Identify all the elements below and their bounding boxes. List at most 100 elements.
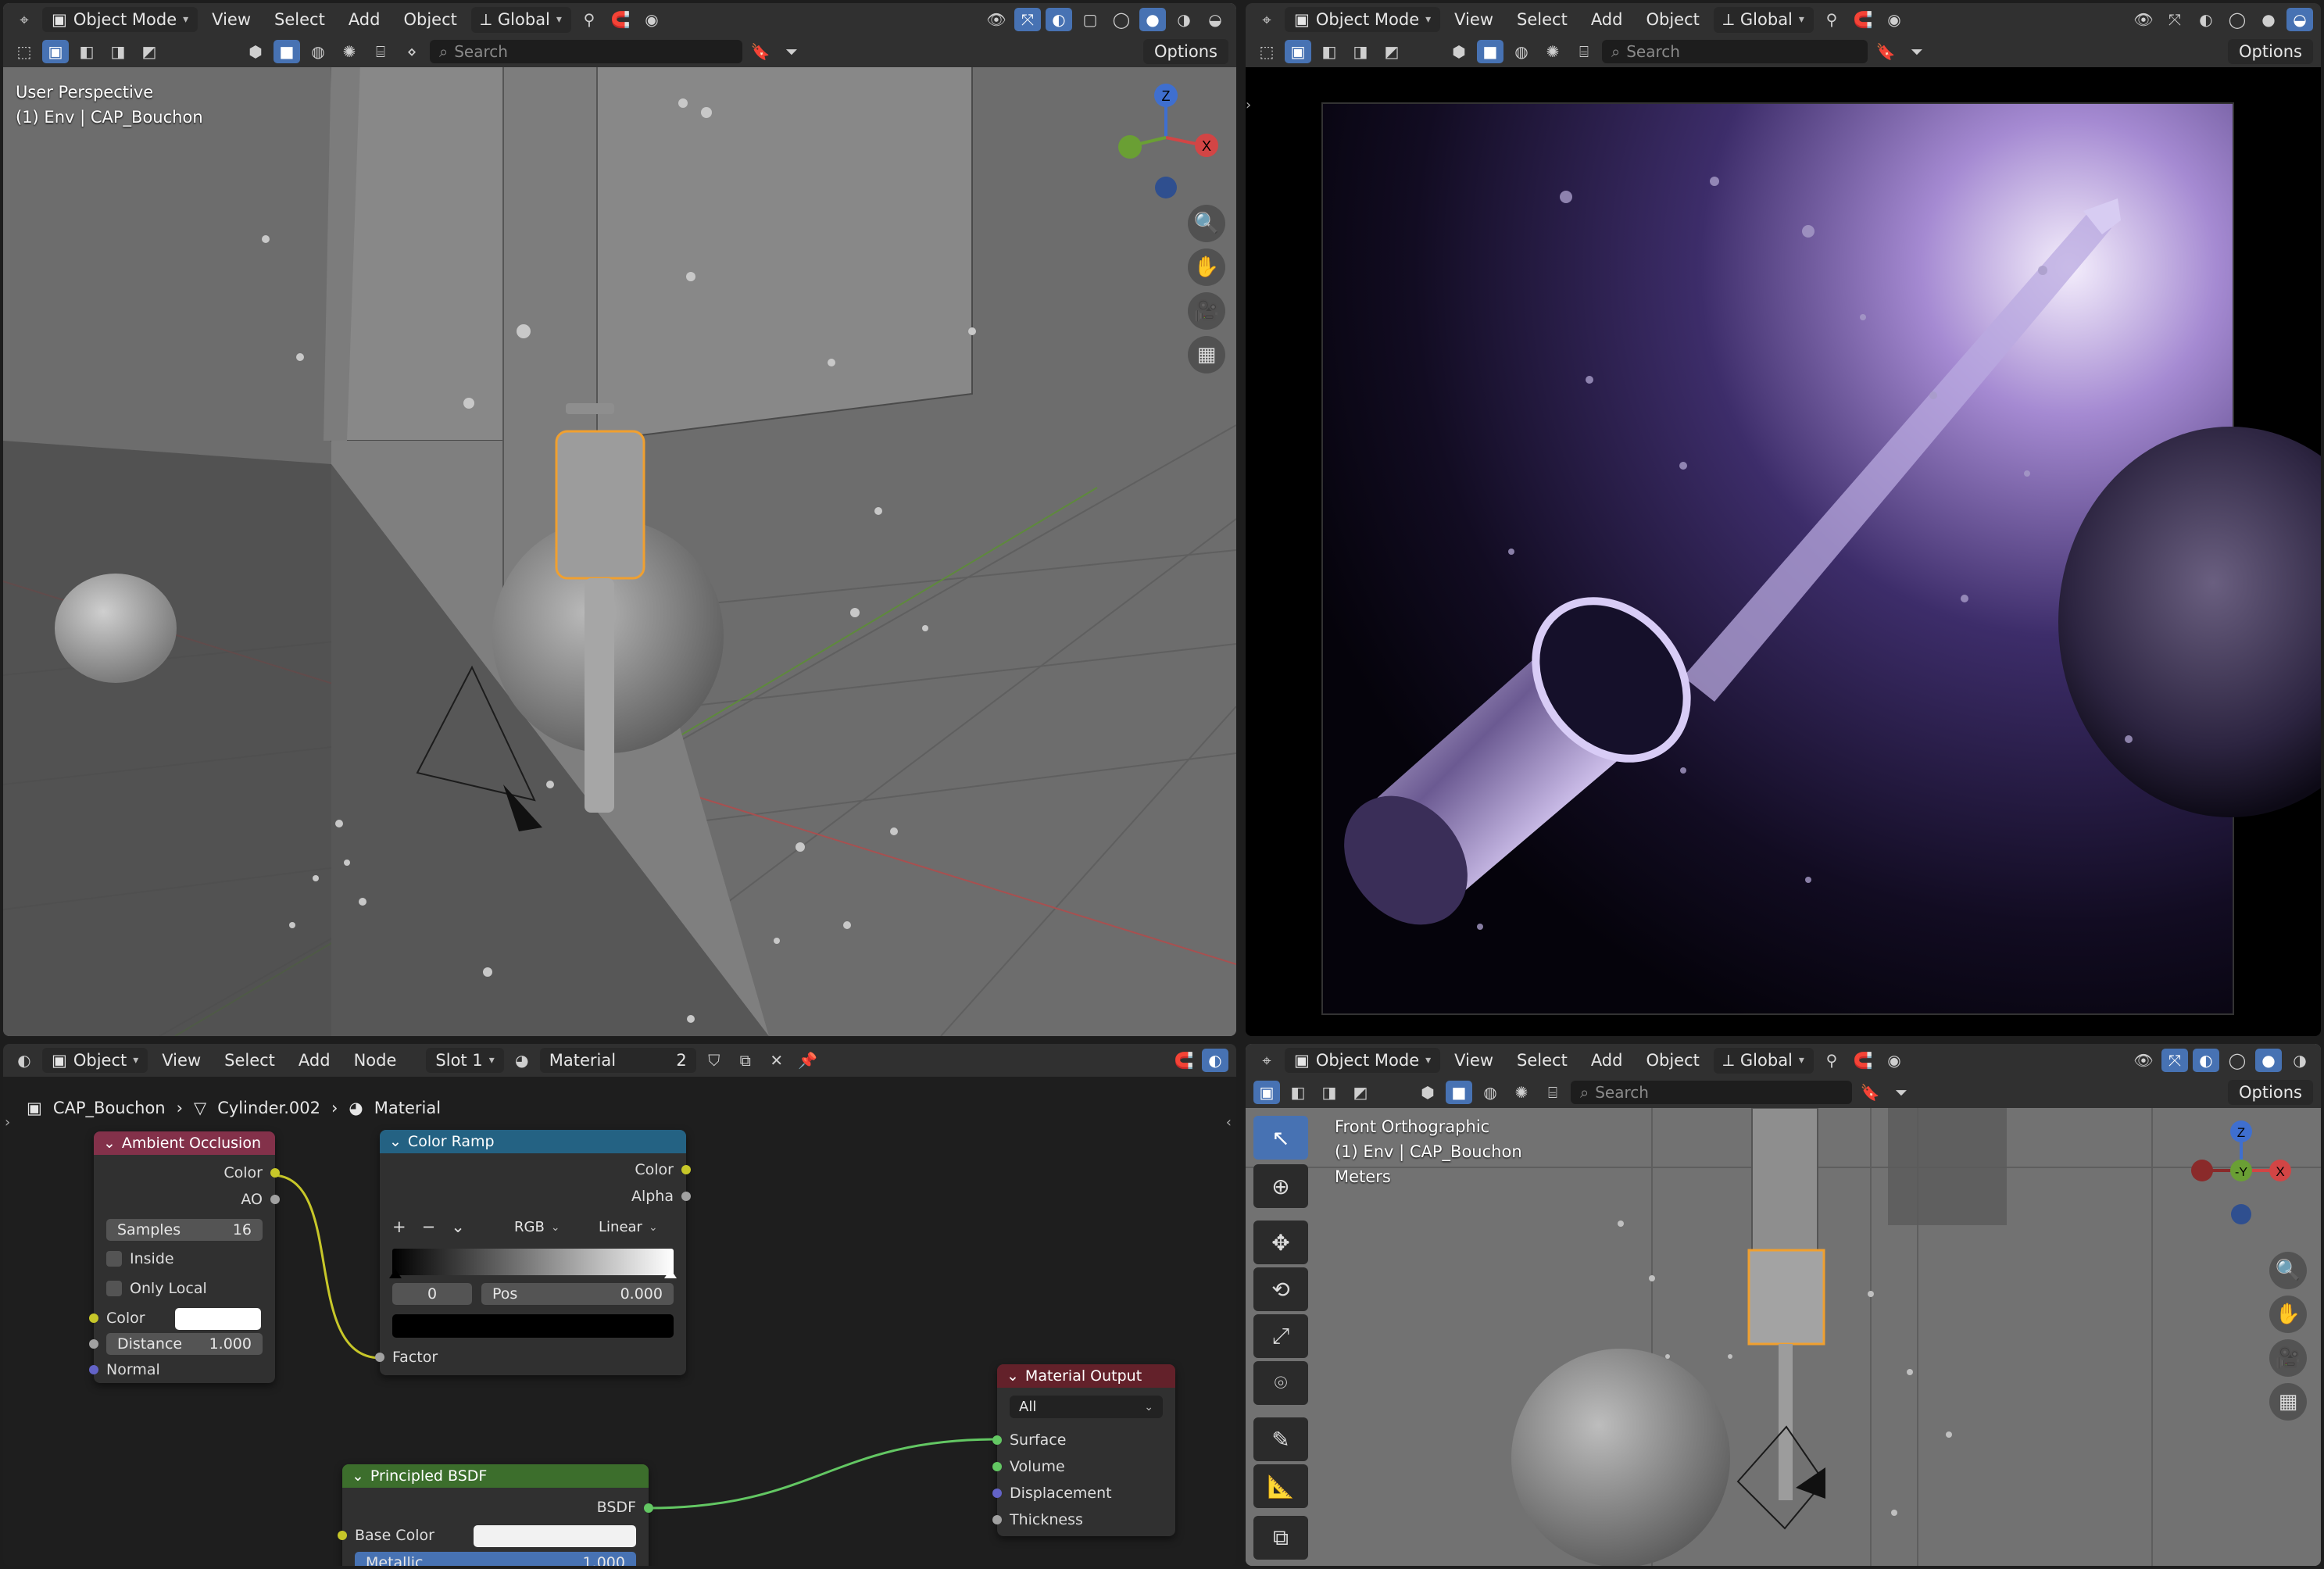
move-tool-icon[interactable]: ✥	[1253, 1221, 1308, 1264]
editor-type-icon[interactable]: ⌖	[1253, 1049, 1280, 1072]
color-swatch[interactable]	[175, 1308, 261, 1330]
editor-type-icon[interactable]: ⌖	[1253, 8, 1280, 31]
socket-in-factor[interactable]	[375, 1353, 384, 1362]
filter-sphere-icon[interactable]: ◍	[1508, 40, 1535, 63]
filter-object-icon[interactable]: ⬢	[1446, 40, 1472, 63]
select-mode-extend-icon[interactable]: ◧	[1316, 40, 1343, 63]
editor-type-icon[interactable]: ⌖	[11, 8, 38, 31]
options-button[interactable]: Options	[2227, 39, 2313, 64]
perspective-grid-icon[interactable]: ▦	[2269, 1383, 2307, 1421]
menu-view[interactable]: View	[1445, 1048, 1503, 1073]
camera-view-icon[interactable]: 🎥	[1188, 292, 1225, 330]
filter-object-icon[interactable]: ⬢	[242, 40, 269, 63]
socket-in-volume[interactable]	[992, 1462, 1002, 1471]
front-orthographic-viewport[interactable]: ⌖ ▣ Object Mode ▾ View Select Add Object ⟂…	[1246, 1044, 2321, 1566]
bookmark-icon[interactable]: 🔖	[1872, 40, 1899, 63]
measure-tool-icon[interactable]: 📐	[1253, 1464, 1308, 1508]
select-tool-icon[interactable]: ⬚	[11, 40, 38, 63]
socket-in-thickness[interactable]	[992, 1515, 1002, 1524]
filter-light-icon[interactable]: ✺	[1539, 40, 1566, 63]
mode-dropdown[interactable]: ▣ Object Mode ▾	[1285, 1048, 1441, 1073]
select-mode-invert-icon[interactable]: ◩	[1347, 1081, 1374, 1104]
filter-mesh-icon[interactable]: ■	[1477, 40, 1503, 63]
shading-solid-icon[interactable]: ●	[2255, 8, 2282, 31]
filter-object-icon[interactable]: ⬢	[1414, 1081, 1441, 1104]
pivot-icon[interactable]: ⚲	[576, 8, 602, 31]
options-button[interactable]: Options	[2227, 1080, 2313, 1105]
shading-material-icon[interactable]: ◑	[1171, 8, 1197, 31]
filter-camera-icon[interactable]: ⌸	[1571, 40, 1597, 63]
shading-material-icon[interactable]: ◑	[2286, 1049, 2313, 1072]
color-mode-dropdown[interactable]: RGB ⌄	[505, 1216, 570, 1238]
color-ramp-gradient[interactable]	[392, 1249, 674, 1275]
mode-dropdown[interactable]: ▣ Object Mode ▾	[1285, 7, 1441, 32]
pan-hand-icon[interactable]: ✋	[2269, 1296, 2307, 1333]
options-button[interactable]: Options	[1142, 39, 1228, 64]
filter-empty-icon[interactable]: ⋄	[399, 40, 425, 63]
interpolation-dropdown[interactable]: Linear ⌄	[589, 1216, 667, 1238]
proportional-edit-icon[interactable]: ◉	[1881, 1049, 1907, 1072]
socket-in-distance[interactable]	[89, 1339, 98, 1349]
add-stop-button[interactable]: +	[392, 1217, 406, 1236]
only-local-checkbox[interactable]: Only Local	[94, 1277, 275, 1300]
select-mode-extend-icon[interactable]: ◧	[73, 40, 100, 63]
bookmark-icon[interactable]: 🔖	[1857, 1081, 1883, 1104]
shading-wireframe-icon[interactable]: ◯	[2224, 8, 2251, 31]
toolbar-toggle-icon[interactable]: ›	[5, 1114, 10, 1131]
ambient-occlusion-node[interactable]: ⌄ Ambient Occlusion Color AO Samples 16 In…	[89, 1131, 280, 1383]
select-mode-subtract-icon[interactable]: ◨	[105, 40, 131, 63]
menu-add[interactable]: Add	[1582, 7, 1632, 32]
navigation-gizmo[interactable]: Z -Y X	[2183, 1116, 2293, 1233]
pivot-icon[interactable]: ⚲	[1818, 8, 1845, 31]
sidebar-toggle-icon[interactable]: ‹	[1226, 1114, 1232, 1131]
target-dropdown[interactable]: All ⌄	[1010, 1396, 1163, 1418]
gizmo-toggle-icon[interactable]: ⤧	[2161, 8, 2188, 31]
shading-rendered-icon[interactable]: ◒	[1202, 8, 1228, 31]
select-box-tool-icon[interactable]: ↖	[1253, 1116, 1308, 1160]
node-header[interactable]: ⌄ Ambient Occlusion	[94, 1131, 275, 1155]
stop-index-field[interactable]: 0	[392, 1283, 472, 1305]
overlay-toggle-icon[interactable]: ◐	[2193, 1049, 2219, 1072]
camera-render-viewport[interactable]: ⌖ ▣ Object Mode ▾ View Select Add Object ⟂…	[1246, 3, 2321, 1036]
socket-out-bsdf[interactable]	[644, 1503, 653, 1513]
gizmo-toggle-icon[interactable]: ⤧	[1014, 8, 1041, 31]
socket-in-surface[interactable]	[992, 1435, 1002, 1445]
visibility-icon[interactable]: 👁	[2130, 1049, 2157, 1072]
filter-funnel-icon[interactable]: ⏷	[1904, 40, 1930, 63]
scale-tool-icon[interactable]: ⤢	[1253, 1314, 1308, 1358]
visibility-icon[interactable]: 👁	[2130, 8, 2157, 31]
filter-mesh-icon[interactable]: ■	[274, 40, 300, 63]
zoom-icon[interactable]: 🔍	[2269, 1252, 2307, 1289]
select-mode-subtract-icon[interactable]: ◨	[1347, 40, 1374, 63]
zoom-icon[interactable]: 🔍	[1188, 205, 1225, 242]
render-search[interactable]: ⌕ Search	[1602, 40, 1868, 63]
select-mode-extend-icon[interactable]: ◧	[1285, 1081, 1311, 1104]
socket-in-normal[interactable]	[89, 1365, 98, 1374]
distance-field[interactable]: Distance 1.000	[106, 1333, 263, 1355]
color-ramp-node[interactable]: ⌄ Color Ramp Color Alpha + − ⌄ RGB ⌄ Linea…	[375, 1130, 691, 1375]
menu-view[interactable]: View	[202, 7, 260, 32]
shading-wireframe-icon[interactable]: ◯	[1108, 8, 1135, 31]
snap-icon[interactable]: 🧲	[1850, 1049, 1876, 1072]
node-header[interactable]: ⌄ Principled BSDF	[342, 1464, 649, 1488]
snap-icon[interactable]: 🧲	[1850, 8, 1876, 31]
transform-orientation-dropdown[interactable]: ⟂ Global ▾	[1713, 6, 1814, 33]
menu-select[interactable]: Select	[1507, 1048, 1577, 1073]
stop-position-field[interactable]: Pos 0.000	[481, 1283, 674, 1305]
socket-out-ao[interactable]	[270, 1195, 280, 1204]
base-color-swatch[interactable]	[474, 1525, 636, 1547]
node-header[interactable]: ⌄ Material Output	[997, 1364, 1175, 1388]
select-mode-invert-icon[interactable]: ◩	[136, 40, 163, 63]
remove-stop-button[interactable]: −	[422, 1217, 436, 1236]
socket-in-base-color[interactable]	[338, 1531, 347, 1540]
transform-orientation-dropdown[interactable]: ⟂ Global ▾	[1713, 1047, 1814, 1074]
socket-in-displacement[interactable]	[992, 1489, 1002, 1498]
menu-add[interactable]: Add	[1582, 1048, 1632, 1073]
proportional-edit-icon[interactable]: ◉	[1881, 8, 1907, 31]
menu-select[interactable]: Select	[1507, 7, 1577, 32]
proportional-edit-icon[interactable]: ◉	[638, 8, 665, 31]
cursor-tool-icon[interactable]: ⊕	[1253, 1164, 1308, 1208]
metallic-field[interactable]: Metallic 1.000	[355, 1552, 636, 1566]
pan-hand-icon[interactable]: ✋	[1188, 248, 1225, 286]
viewport-3d[interactable]: ⌖ ▣ Object Mode ▾ View Select Add Object ⟂…	[3, 3, 1236, 1036]
